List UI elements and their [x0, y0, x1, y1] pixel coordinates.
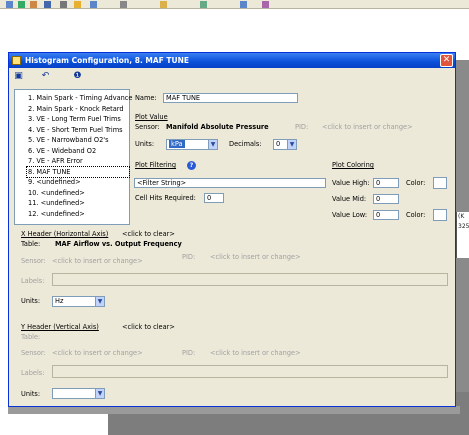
x-units-value: Hz — [55, 297, 64, 305]
value-mid-label: Value Mid: — [332, 195, 367, 203]
units-select[interactable]: kPa ▼ — [166, 139, 218, 150]
decimals-label: Decimals: — [229, 140, 262, 148]
toolbar-icon[interactable] — [90, 1, 97, 8]
toolbar-icon[interactable] — [74, 1, 81, 8]
title-bar[interactable]: Histogram Configuration, 8. MAF TUNE ✕ — [9, 53, 455, 68]
toolbar-icon[interactable] — [60, 1, 67, 8]
cell-hits-input[interactable]: 0 — [204, 193, 224, 203]
list-item[interactable]: 4. VE - Short Term Fuel Trims — [27, 125, 129, 136]
toolbar-icon[interactable] — [44, 1, 51, 8]
chevron-down-icon[interactable]: ▼ — [95, 297, 104, 306]
units-label: Units: — [135, 140, 155, 148]
background-values: (K 3250 — [456, 212, 469, 258]
decimals-value: 0 — [276, 140, 281, 148]
value-low-input[interactable]: 0 — [373, 210, 399, 220]
list-item[interactable]: 3. VE - Long Term Fuel Trims — [27, 114, 129, 125]
histogram-config-dialog: Histogram Configuration, 8. MAF TUNE ✕ ▣… — [8, 52, 456, 407]
help-icon[interactable]: ❶ — [72, 71, 83, 82]
color-high-swatch[interactable] — [433, 177, 447, 189]
y-pid-value[interactable]: <click to insert or change> — [210, 349, 301, 358]
list-item[interactable]: 2. Main Spark - Knock Retard — [27, 104, 129, 115]
y-sensor-label: Sensor: — [21, 349, 46, 357]
histogram-list[interactable]: 1. Main Spark - Timing Advance 2. Main Sp… — [14, 89, 133, 225]
list-item[interactable]: 6. VE - Wideband O2 — [27, 146, 129, 157]
x-header-clear[interactable]: <click to clear> — [122, 230, 175, 239]
name-input[interactable]: MAF TUNE — [163, 93, 298, 103]
sensor-label: Sensor: — [135, 123, 160, 131]
chevron-down-icon[interactable]: ▼ — [208, 140, 217, 149]
toolbar-icon[interactable] — [200, 1, 207, 8]
cell-hits-label: Cell Hits Required: — [135, 194, 196, 202]
toolbar-icon[interactable] — [6, 1, 13, 8]
toolbar-icon[interactable] — [240, 1, 247, 8]
filter-string-input[interactable]: <Filter String> — [134, 178, 326, 188]
y-table-label: Table: — [21, 333, 41, 341]
x-units-select[interactable]: Hz ▼ — [52, 296, 105, 307]
x-sensor-value[interactable]: <click to insert or change> — [52, 257, 143, 266]
y-labels-input[interactable] — [52, 365, 448, 378]
toolbar-icon[interactable] — [262, 1, 269, 8]
x-table-value[interactable]: MAF Airflow vs. Output Frequency — [55, 240, 182, 249]
value-mid-input[interactable]: 0 — [373, 194, 399, 204]
y-units-label: Units: — [21, 390, 41, 398]
y-sensor-value[interactable]: <click to insert or change> — [52, 349, 143, 358]
y-header-clear[interactable]: <click to clear> — [122, 323, 175, 332]
value-low-label: Value Low: — [332, 211, 368, 219]
x-pid-label: PID: — [182, 253, 196, 261]
list-item[interactable]: 1. Main Spark - Timing Advance — [27, 93, 133, 104]
sensor-value[interactable]: Manifold Absolute Pressure — [166, 123, 269, 132]
x-labels-label: Labels: — [21, 277, 45, 285]
x-units-label: Units: — [21, 297, 41, 305]
list-item[interactable]: 9. <undefined> — [27, 177, 129, 188]
x-pid-value[interactable]: <click to insert or change> — [210, 253, 301, 262]
background-toolbar — [0, 0, 469, 9]
pid-value[interactable]: <click to insert or change> — [322, 123, 413, 132]
x-header-heading: X Header (Horizontal Axis) — [21, 230, 109, 238]
x-table-label: Table: — [21, 240, 41, 248]
list-item[interactable]: 5. VE - Narrowband O2's — [27, 135, 129, 146]
window-title: Histogram Configuration, 8. MAF TUNE — [25, 56, 190, 65]
plot-value-heading: Plot Value — [135, 113, 168, 121]
background-value: 3250 — [458, 223, 469, 230]
chevron-down-icon[interactable]: ▼ — [287, 140, 296, 149]
name-label: Name: — [135, 94, 157, 102]
toolbar-icon[interactable] — [18, 1, 25, 8]
close-button[interactable]: ✕ — [440, 54, 453, 67]
units-value: kPa — [169, 140, 185, 148]
x-sensor-label: Sensor: — [21, 257, 46, 265]
info-icon[interactable]: ? — [187, 161, 196, 170]
decimals-select[interactable]: 0 ▼ — [273, 139, 297, 150]
background-value: (K — [458, 213, 465, 220]
toolbar-icon[interactable] — [120, 1, 127, 8]
y-units-select[interactable]: ▼ — [52, 388, 105, 399]
window-shadow — [8, 406, 460, 414]
toolbar-icon[interactable] — [30, 1, 37, 8]
y-header-heading: Y Header (Vertical Axis) — [21, 323, 99, 331]
dialog-toolbar: ▣ ↶ ❶ — [9, 68, 455, 84]
list-item[interactable]: 11. <undefined> — [27, 198, 129, 209]
chevron-down-icon[interactable]: ▼ — [95, 389, 104, 398]
list-item[interactable]: 12. <undefined> — [27, 209, 129, 220]
color-low-swatch[interactable] — [433, 209, 447, 221]
undo-icon[interactable]: ↶ — [40, 71, 51, 82]
app-icon — [12, 56, 21, 65]
plot-filtering-heading: Plot Filtering — [135, 161, 177, 169]
list-item[interactable]: 7. VE - AFR Error — [27, 156, 129, 167]
x-labels-input[interactable] — [52, 273, 448, 286]
toolbar-icon[interactable] — [160, 1, 167, 8]
pid-label: PID: — [295, 123, 309, 131]
y-labels-label: Labels: — [21, 369, 45, 377]
value-high-label: Value High: — [332, 179, 370, 187]
list-item[interactable]: 8. MAF TUNE — [26, 165, 130, 178]
plot-coloring-heading: Plot Coloring — [332, 161, 374, 169]
color-label: Color: — [406, 179, 426, 187]
y-pid-label: PID: — [182, 349, 196, 357]
save-icon[interactable]: ▣ — [13, 71, 24, 82]
color-label: Color: — [406, 211, 426, 219]
list-item[interactable]: 10. <undefined> — [27, 188, 129, 199]
value-high-input[interactable]: 0 — [373, 178, 399, 188]
